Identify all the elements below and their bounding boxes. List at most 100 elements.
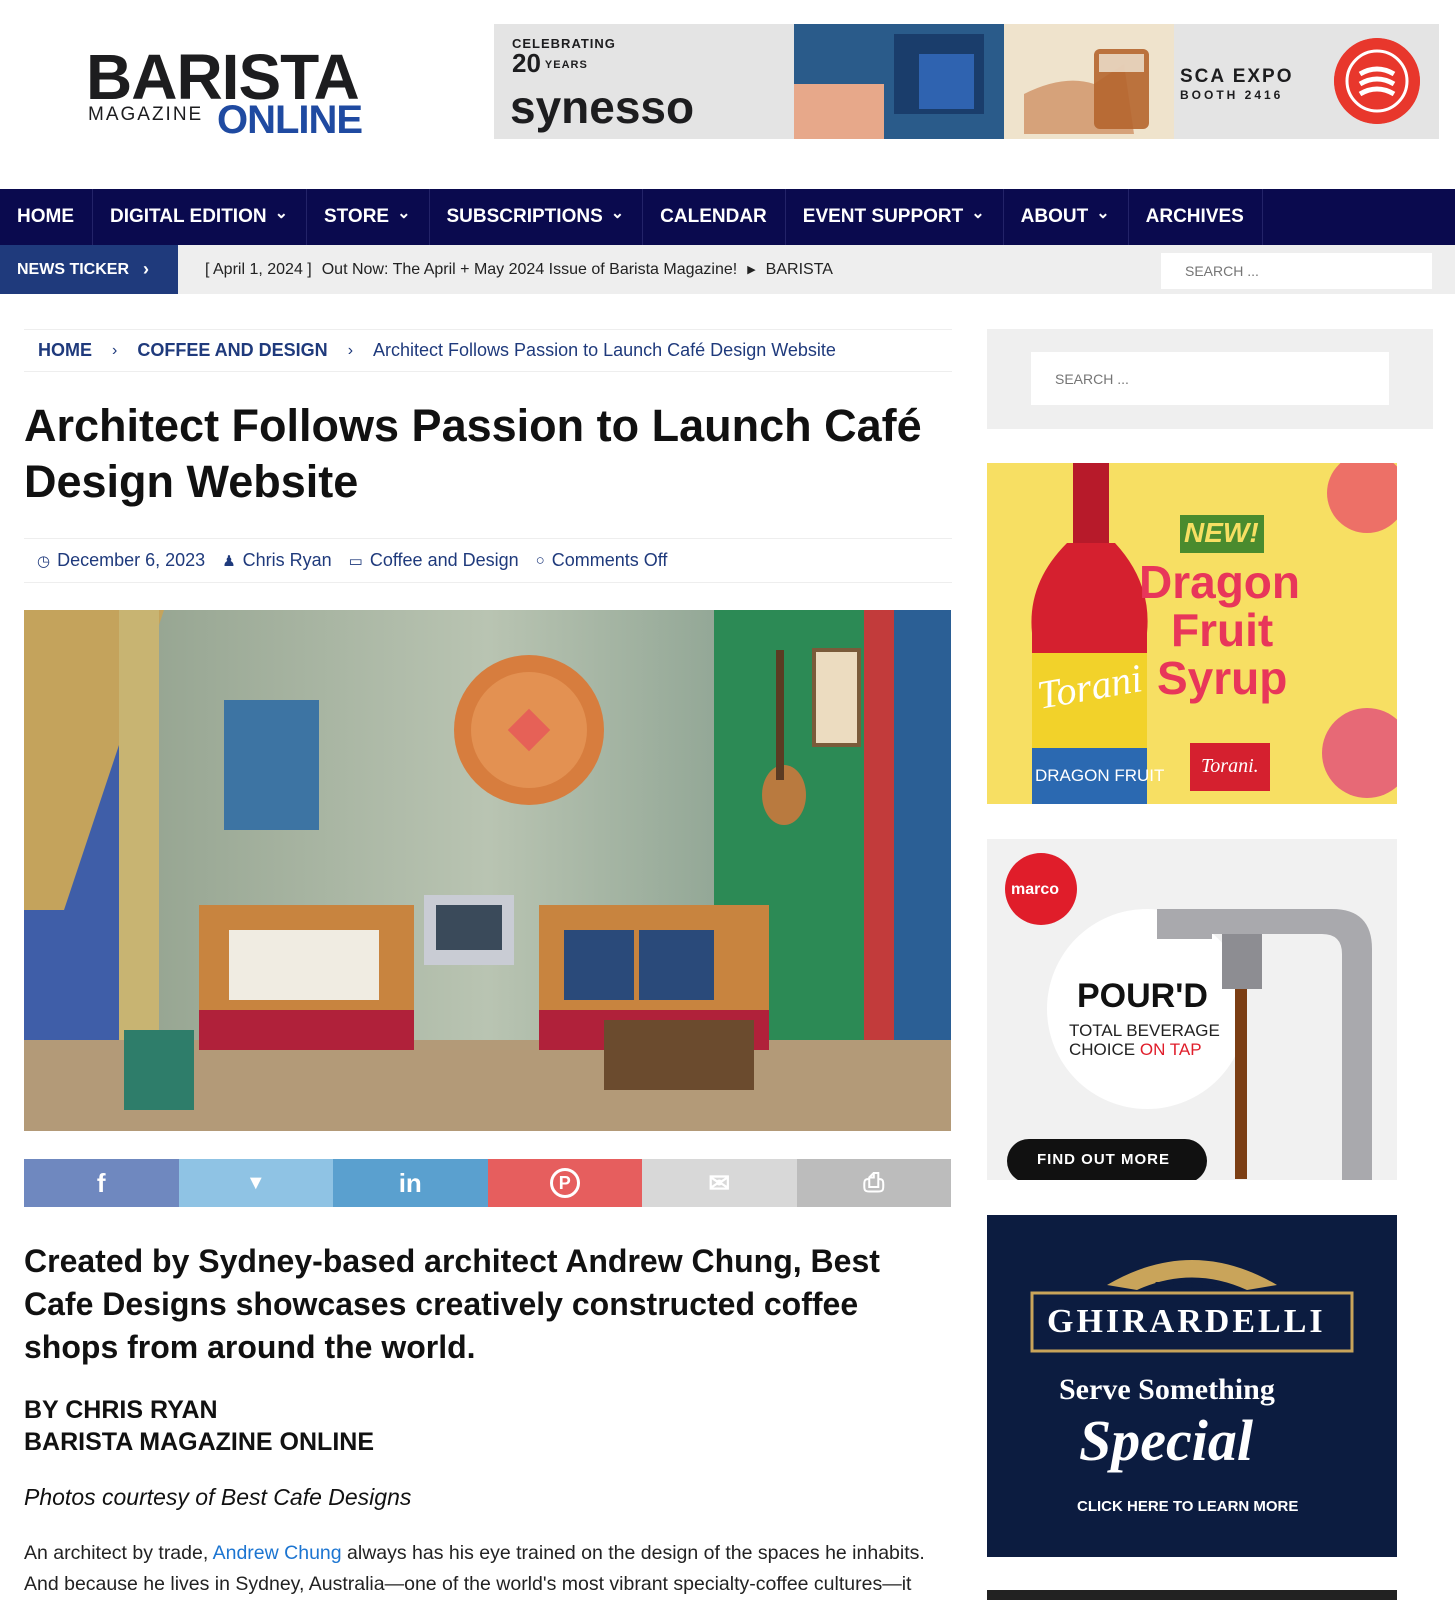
ad3-line1: Serve Something — [1059, 1373, 1275, 1406]
breadcrumb-home[interactable]: HOME — [38, 340, 92, 361]
email-share-button[interactable]: ✉ — [642, 1159, 797, 1207]
nav-item-label: CALENDAR — [660, 206, 767, 227]
email-icon: ✉ — [708, 1167, 731, 1198]
article-meta: ◷ December 6, 2023 ♟ Chris Ryan ▭ Coffee an… — [24, 538, 952, 583]
article-body-paragraph: An architect by trade, Andrew Chung alwa… — [24, 1542, 925, 1595]
nav-item-about[interactable]: ABOUT ⌄ — [1004, 189, 1129, 245]
ad1-line3: Syrup — [1157, 652, 1288, 704]
synesso-banner-ad[interactable]: CELEBRATING 20 YEARS synesso SCA EXPO BOO… — [494, 24, 1439, 139]
ticker-next-headline[interactable]: BARISTA — [766, 261, 833, 279]
andrew-chung-link[interactable]: Andrew Chung — [213, 1542, 342, 1564]
article-title: Architect Follows Passion to Launch Café… — [24, 400, 922, 507]
breadcrumb-category[interactable]: COFFEE AND DESIGN — [137, 340, 327, 361]
nav-item-label: HOME — [17, 206, 74, 227]
breadcrumb-current: Architect Follows Passion to Launch Café… — [373, 340, 836, 360]
banner-photo — [794, 24, 1174, 139]
nav-item-calendar[interactable]: CALENDAR — [643, 189, 786, 245]
nav-item-label: SUBSCRIPTIONS — [446, 206, 603, 227]
ad1-bottle-flavor: DRAGON FRUIT — [1035, 766, 1165, 785]
banner-years: 20 YEARS — [512, 48, 588, 78]
nav-item-subscriptions[interactable]: SUBSCRIPTIONS ⌄ — [430, 189, 644, 245]
article-lead: Created by Sydney-based architect Andrew… — [24, 1243, 880, 1365]
breadcrumb: HOME › COFFEE AND DESIGN › Architect Fol… — [24, 329, 952, 372]
sidebar-search-input[interactable] — [1031, 352, 1389, 405]
linkedin-share-button[interactable]: in — [333, 1159, 488, 1207]
news-ticker-label: NEWS TICKER › — [0, 245, 178, 294]
byline-publication: BARISTA MAGAZINE ONLINE — [24, 1428, 374, 1456]
nav-item-digital-edition[interactable]: DIGITAL EDITION ⌄ — [93, 189, 307, 245]
banner-booth: BOOTH 2416 — [1180, 88, 1284, 102]
user-icon: ♟ — [222, 552, 236, 570]
byline-author: BY CHRIS RYAN — [24, 1396, 218, 1424]
ad2-headline: POUR'D — [1077, 977, 1208, 1015]
banner-brand: synesso — [510, 81, 695, 133]
ad3-line2: Special — [1079, 1408, 1253, 1473]
facebook-share-button[interactable]: f — [24, 1159, 179, 1207]
main-nav: HOME DIGITAL EDITION ⌄ STORE ⌄ SUBSCRIPTIONS ⌄… — [0, 189, 1455, 245]
ad1-line2: Fruit — [1171, 604, 1274, 656]
print-icon: ⎙ — [863, 1167, 885, 1197]
nav-item-home[interactable]: HOME — [0, 189, 93, 245]
facebook-icon: f — [96, 1167, 106, 1198]
nav-item-label: ABOUT — [1020, 206, 1089, 227]
meta-date[interactable]: ◷ December 6, 2023 — [37, 550, 205, 571]
twitter-icon: ▼ — [245, 1171, 266, 1194]
caret-right-icon: ▶ — [747, 264, 756, 276]
chevron-down-icon: ⌄ — [971, 205, 985, 222]
nav-item-label: DIGITAL EDITION — [110, 206, 267, 227]
header-search-input[interactable] — [1161, 253, 1432, 289]
chevron-down-icon: ⌄ — [1096, 205, 1110, 222]
chevron-down-icon: ⌄ — [274, 205, 288, 222]
logo-magazine: MAGAZINE — [88, 104, 204, 125]
linkedin-icon: in — [398, 1167, 422, 1198]
twitter-share-button[interactable]: ▼ — [178, 1159, 333, 1207]
chevron-down-icon: ⌄ — [610, 205, 625, 222]
chevron-right-icon: › — [112, 341, 118, 359]
marco-ad[interactable]: marco POUR'D TOTAL BEVERAGE CHOICE ON TA… — [987, 839, 1397, 1180]
photo-credit: Photos courtesy of Best Cafe Designs — [24, 1484, 412, 1510]
meta-author[interactable]: ♟ Chris Ryan — [222, 550, 331, 571]
meta-comments: ○ Comments Off — [535, 550, 668, 570]
share-bar: f ▼ in P ✉ ⎙ — [24, 1159, 951, 1207]
chevron-down-icon: ⌄ — [397, 205, 411, 222]
ticker-date: [ April 1, 2024 ] — [205, 260, 312, 278]
ad3-cta[interactable]: CLICK HERE TO LEARN MORE — [1077, 1498, 1298, 1515]
next-sidebar-ad[interactable] — [987, 1590, 1397, 1600]
folder-icon: ▭ — [348, 552, 363, 570]
comment-icon: ○ — [535, 552, 545, 569]
ad1-line1: Dragon — [1139, 556, 1300, 608]
chevron-right-icon: › — [347, 341, 354, 359]
banner-expo: SCA EXPO — [1180, 66, 1294, 87]
ad1-logo: Torani. — [1201, 755, 1259, 777]
nav-item-label: EVENT SUPPORT — [802, 206, 964, 227]
news-ticker-bar: NEWS TICKER › [ April 1, 2024 ] Out Now: … — [0, 245, 1455, 294]
site-logo[interactable]: BARISTA MAGAZINE ONLINE — [86, 45, 366, 146]
nav-item-label: STORE — [323, 206, 390, 227]
pinterest-icon: P — [549, 1168, 580, 1198]
ad1-badge: NEW! — [1184, 517, 1259, 548]
torani-ad[interactable]: NEW! Dragon Fruit Syrup Torani DRAGON FR… — [987, 463, 1397, 804]
ad2-cta[interactable]: FIND OUT MORE — [1037, 1151, 1170, 1168]
nav-item-event-support[interactable]: EVENT SUPPORT ⌄ — [786, 189, 1004, 245]
nav-item-label: ARCHIVES — [1145, 206, 1244, 227]
nav-item-store[interactable]: STORE ⌄ — [307, 189, 430, 245]
logo-online: ONLINE — [217, 98, 363, 142]
print-share-button[interactable]: ⎙ — [796, 1159, 951, 1207]
clock-icon: ◷ — [37, 552, 51, 570]
ticker-item[interactable]: [ April 1, 2024 ] Out Now: The April + M… — [205, 245, 833, 294]
ghirardelli-ad[interactable]: FOUNDED IN 1852 GHIRARDELLI Serve Someth… — [987, 1215, 1397, 1557]
ticker-headline[interactable]: Out Now: The April + May 2024 Issue of B… — [322, 261, 737, 279]
ad3-tag: FOUNDED IN 1852 — [1155, 1281, 1225, 1290]
article-hero-image — [24, 610, 951, 1131]
chevron-right-icon: › — [143, 259, 149, 279]
ad2-sub1: TOTAL BEVERAGE — [1069, 1021, 1220, 1040]
sidebar-search-widget — [987, 329, 1433, 429]
nav-item-archives[interactable]: ARCHIVES — [1129, 189, 1263, 245]
anniversary-seal-icon — [1334, 38, 1420, 124]
site-header: BARISTA MAGAZINE ONLINE CELEBRATING 20 YE… — [0, 0, 1455, 189]
ad2-sub2: CHOICE ON TAP — [1069, 1040, 1202, 1059]
pinterest-share-button[interactable]: P — [487, 1159, 642, 1207]
article-byline: BY CHRIS RYAN BARISTA MAGAZINE ONLINE — [24, 1394, 374, 1458]
ad3-brand: GHIRARDELLI — [1047, 1303, 1326, 1340]
meta-category[interactable]: ▭ Coffee and Design — [349, 550, 519, 571]
